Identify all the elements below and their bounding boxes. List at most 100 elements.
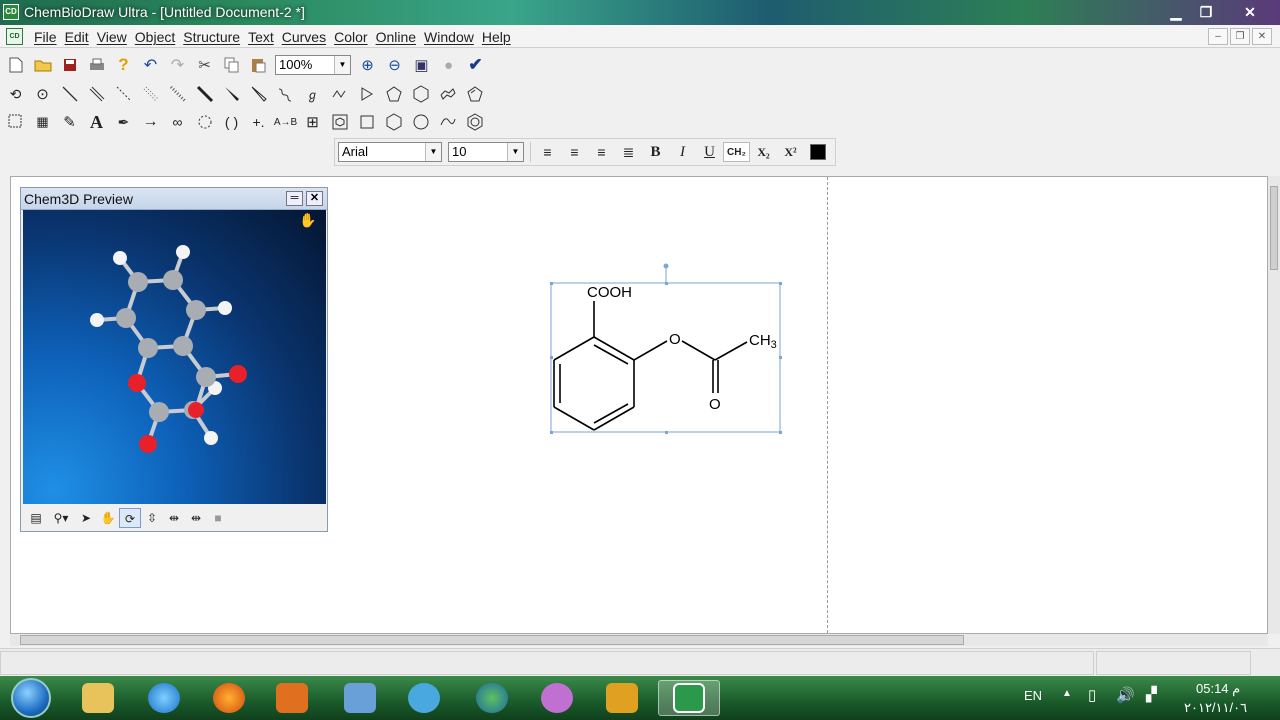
select-tool-icon[interactable]: ➤ — [75, 508, 97, 528]
menu-file[interactable]: File — [30, 29, 61, 45]
firefox-icon[interactable] — [203, 680, 255, 716]
menu-edit[interactable]: Edit — [61, 29, 93, 45]
maximize-button[interactable]: ❐ — [1193, 2, 1219, 22]
text-tool-icon[interactable]: A — [83, 110, 110, 134]
menu-text[interactable]: Text — [244, 29, 278, 45]
clock-time[interactable]: 05:14 م — [1196, 681, 1240, 697]
online-icon[interactable]: ● — [435, 53, 462, 77]
font-select[interactable]: Arial ▼ — [338, 142, 442, 162]
size-select[interactable]: 10 ▼ — [448, 142, 524, 162]
save-button[interactable] — [56, 53, 83, 77]
align-right-icon[interactable]: ≡ — [588, 140, 615, 164]
model-style-icon[interactable]: ⚲▾ — [47, 508, 75, 528]
undo-icon[interactable]: ↶ — [137, 53, 164, 77]
zoom-tool-icon[interactable]: ⇳ — [141, 508, 163, 528]
horizontal-scrollbar[interactable] — [10, 634, 1268, 646]
rotate-tool-icon[interactable]: ⟳ — [119, 508, 141, 528]
spin-left-icon[interactable]: ⇹ — [163, 508, 185, 528]
cooh-label[interactable]: COOH — [587, 284, 632, 301]
solid-bond-icon[interactable] — [56, 82, 83, 106]
lasso-tool-icon[interactable]: ⟲ — [2, 82, 29, 106]
menu-color[interactable]: Color — [330, 29, 371, 45]
cyclopentane-icon[interactable] — [380, 82, 407, 106]
bold-bond-icon[interactable] — [191, 82, 218, 106]
zoom-select[interactable]: 100% ▼ — [275, 55, 351, 75]
new-document-button[interactable] — [2, 53, 29, 77]
download-manager-icon[interactable] — [466, 680, 518, 716]
cyclooctane-icon[interactable] — [434, 110, 461, 134]
redo-icon[interactable]: ↷ — [164, 53, 191, 77]
aspirin-structure[interactable]: COOH O O CH3 — [541, 257, 811, 447]
mdi-close-button[interactable]: ✕ — [1252, 28, 1272, 45]
show-hidden-icons-icon[interactable]: ▲ — [1062, 688, 1072, 699]
explorer-icon[interactable] — [72, 680, 124, 716]
move-tool-icon[interactable]: ✋ — [97, 508, 119, 528]
box-tool-icon[interactable] — [353, 110, 380, 134]
help-icon[interactable]: ? — [110, 53, 137, 77]
color-swatch-button[interactable] — [804, 140, 831, 164]
messenger-icon[interactable] — [398, 680, 450, 716]
horizontal-scroll-thumb[interactable] — [20, 635, 964, 645]
rotate-tool-icon[interactable]: ⊙ — [29, 82, 56, 106]
chem3d-close-icon[interactable]: ✕ — [306, 191, 323, 206]
mdi-restore-button[interactable]: ❐ — [1230, 28, 1250, 45]
minimize-button[interactable]: ▁ — [1163, 2, 1189, 22]
marquee-tool-icon[interactable] — [2, 110, 29, 134]
cyclohexane-flat-icon[interactable] — [380, 110, 407, 134]
subscript-button[interactable]: X₂ — [750, 140, 777, 164]
app-icon[interactable]: CD — [3, 4, 19, 20]
italic-button[interactable]: I — [669, 140, 696, 164]
stop-icon[interactable]: ■ — [207, 508, 229, 528]
app-icon-blue[interactable] — [334, 680, 386, 716]
align-left-icon[interactable]: ≡ — [534, 140, 561, 164]
volume-icon[interactable]: 🔊 — [1116, 686, 1135, 704]
benzene-icon[interactable] — [461, 110, 488, 134]
network-icon[interactable]: ▯ — [1088, 686, 1096, 704]
zoom-out-icon[interactable]: ⊖ — [381, 53, 408, 77]
wavy-bond-icon[interactable] — [272, 82, 299, 106]
close-button[interactable]: ✕ — [1237, 2, 1263, 22]
chair-icon[interactable] — [434, 82, 461, 106]
document-icon[interactable]: CD — [6, 28, 23, 45]
media-player-icon[interactable] — [266, 680, 318, 716]
formula-button[interactable]: CH₂ — [723, 142, 750, 162]
check-structure-icon[interactable]: ✔ — [462, 53, 489, 77]
cyclopentadiene-icon[interactable] — [461, 82, 488, 106]
selection-handles[interactable] — [550, 282, 782, 434]
charge-icon[interactable]: +. — [245, 110, 272, 134]
open-button[interactable] — [29, 53, 56, 77]
ester-oxygen-label[interactable]: O — [669, 331, 681, 348]
double-bond-icon[interactable] — [83, 82, 110, 106]
internet-explorer-icon[interactable] — [138, 680, 190, 716]
hashed-bond-icon[interactable] — [137, 82, 164, 106]
dashed-bond-icon[interactable] — [110, 82, 137, 106]
table-tool-icon[interactable]: ⊞ — [299, 110, 326, 134]
bracket-icon[interactable]: ( ) — [218, 110, 245, 134]
eraser-grid-icon[interactable]: ▦ — [29, 110, 56, 134]
chain-tool-icon[interactable] — [326, 82, 353, 106]
eraser-icon[interactable]: ✎ — [56, 110, 83, 134]
methyl-label[interactable]: CH3 — [749, 332, 777, 351]
chembiodraw-taskbar-button[interactable] — [658, 680, 720, 716]
chem3d-preview-window[interactable]: Chem3D Preview ═ ✕ ✋ ▤ ⚲▾ ➤ ✋ ⟳ ⇳ ⇹ ⇹ ■ — [20, 187, 328, 532]
menu-window[interactable]: Window — [420, 29, 478, 45]
start-button[interactable] — [11, 678, 51, 718]
drawing-elements-icon[interactable] — [191, 110, 218, 134]
chat-icon[interactable] — [531, 680, 583, 716]
hollow-wedge-bond-icon[interactable] — [245, 82, 272, 106]
zoom-in-icon[interactable]: ⊕ — [354, 53, 381, 77]
cyclopropane-icon[interactable] — [353, 82, 380, 106]
menu-structure[interactable]: Structure — [179, 29, 244, 45]
clock-date[interactable]: ٢٠١٢/١١/٠٦ — [1184, 700, 1247, 716]
reaction-tool-icon[interactable]: A→B — [272, 110, 299, 134]
text-pen-icon[interactable]: ℊ — [299, 82, 326, 106]
menu-online[interactable]: Online — [372, 29, 420, 45]
justify-icon[interactable]: ≣ — [615, 140, 642, 164]
menu-view[interactable]: View — [93, 29, 131, 45]
superscript-button[interactable]: X² — [777, 140, 804, 164]
chem3d-menu-icon[interactable]: ═ — [286, 191, 303, 206]
paste-icon[interactable] — [245, 53, 272, 77]
carbonyl-oxygen-label[interactable]: O — [709, 396, 721, 413]
hashed-wedge-bond-icon[interactable] — [164, 82, 191, 106]
spin-right-icon[interactable]: ⇹ — [185, 508, 207, 528]
